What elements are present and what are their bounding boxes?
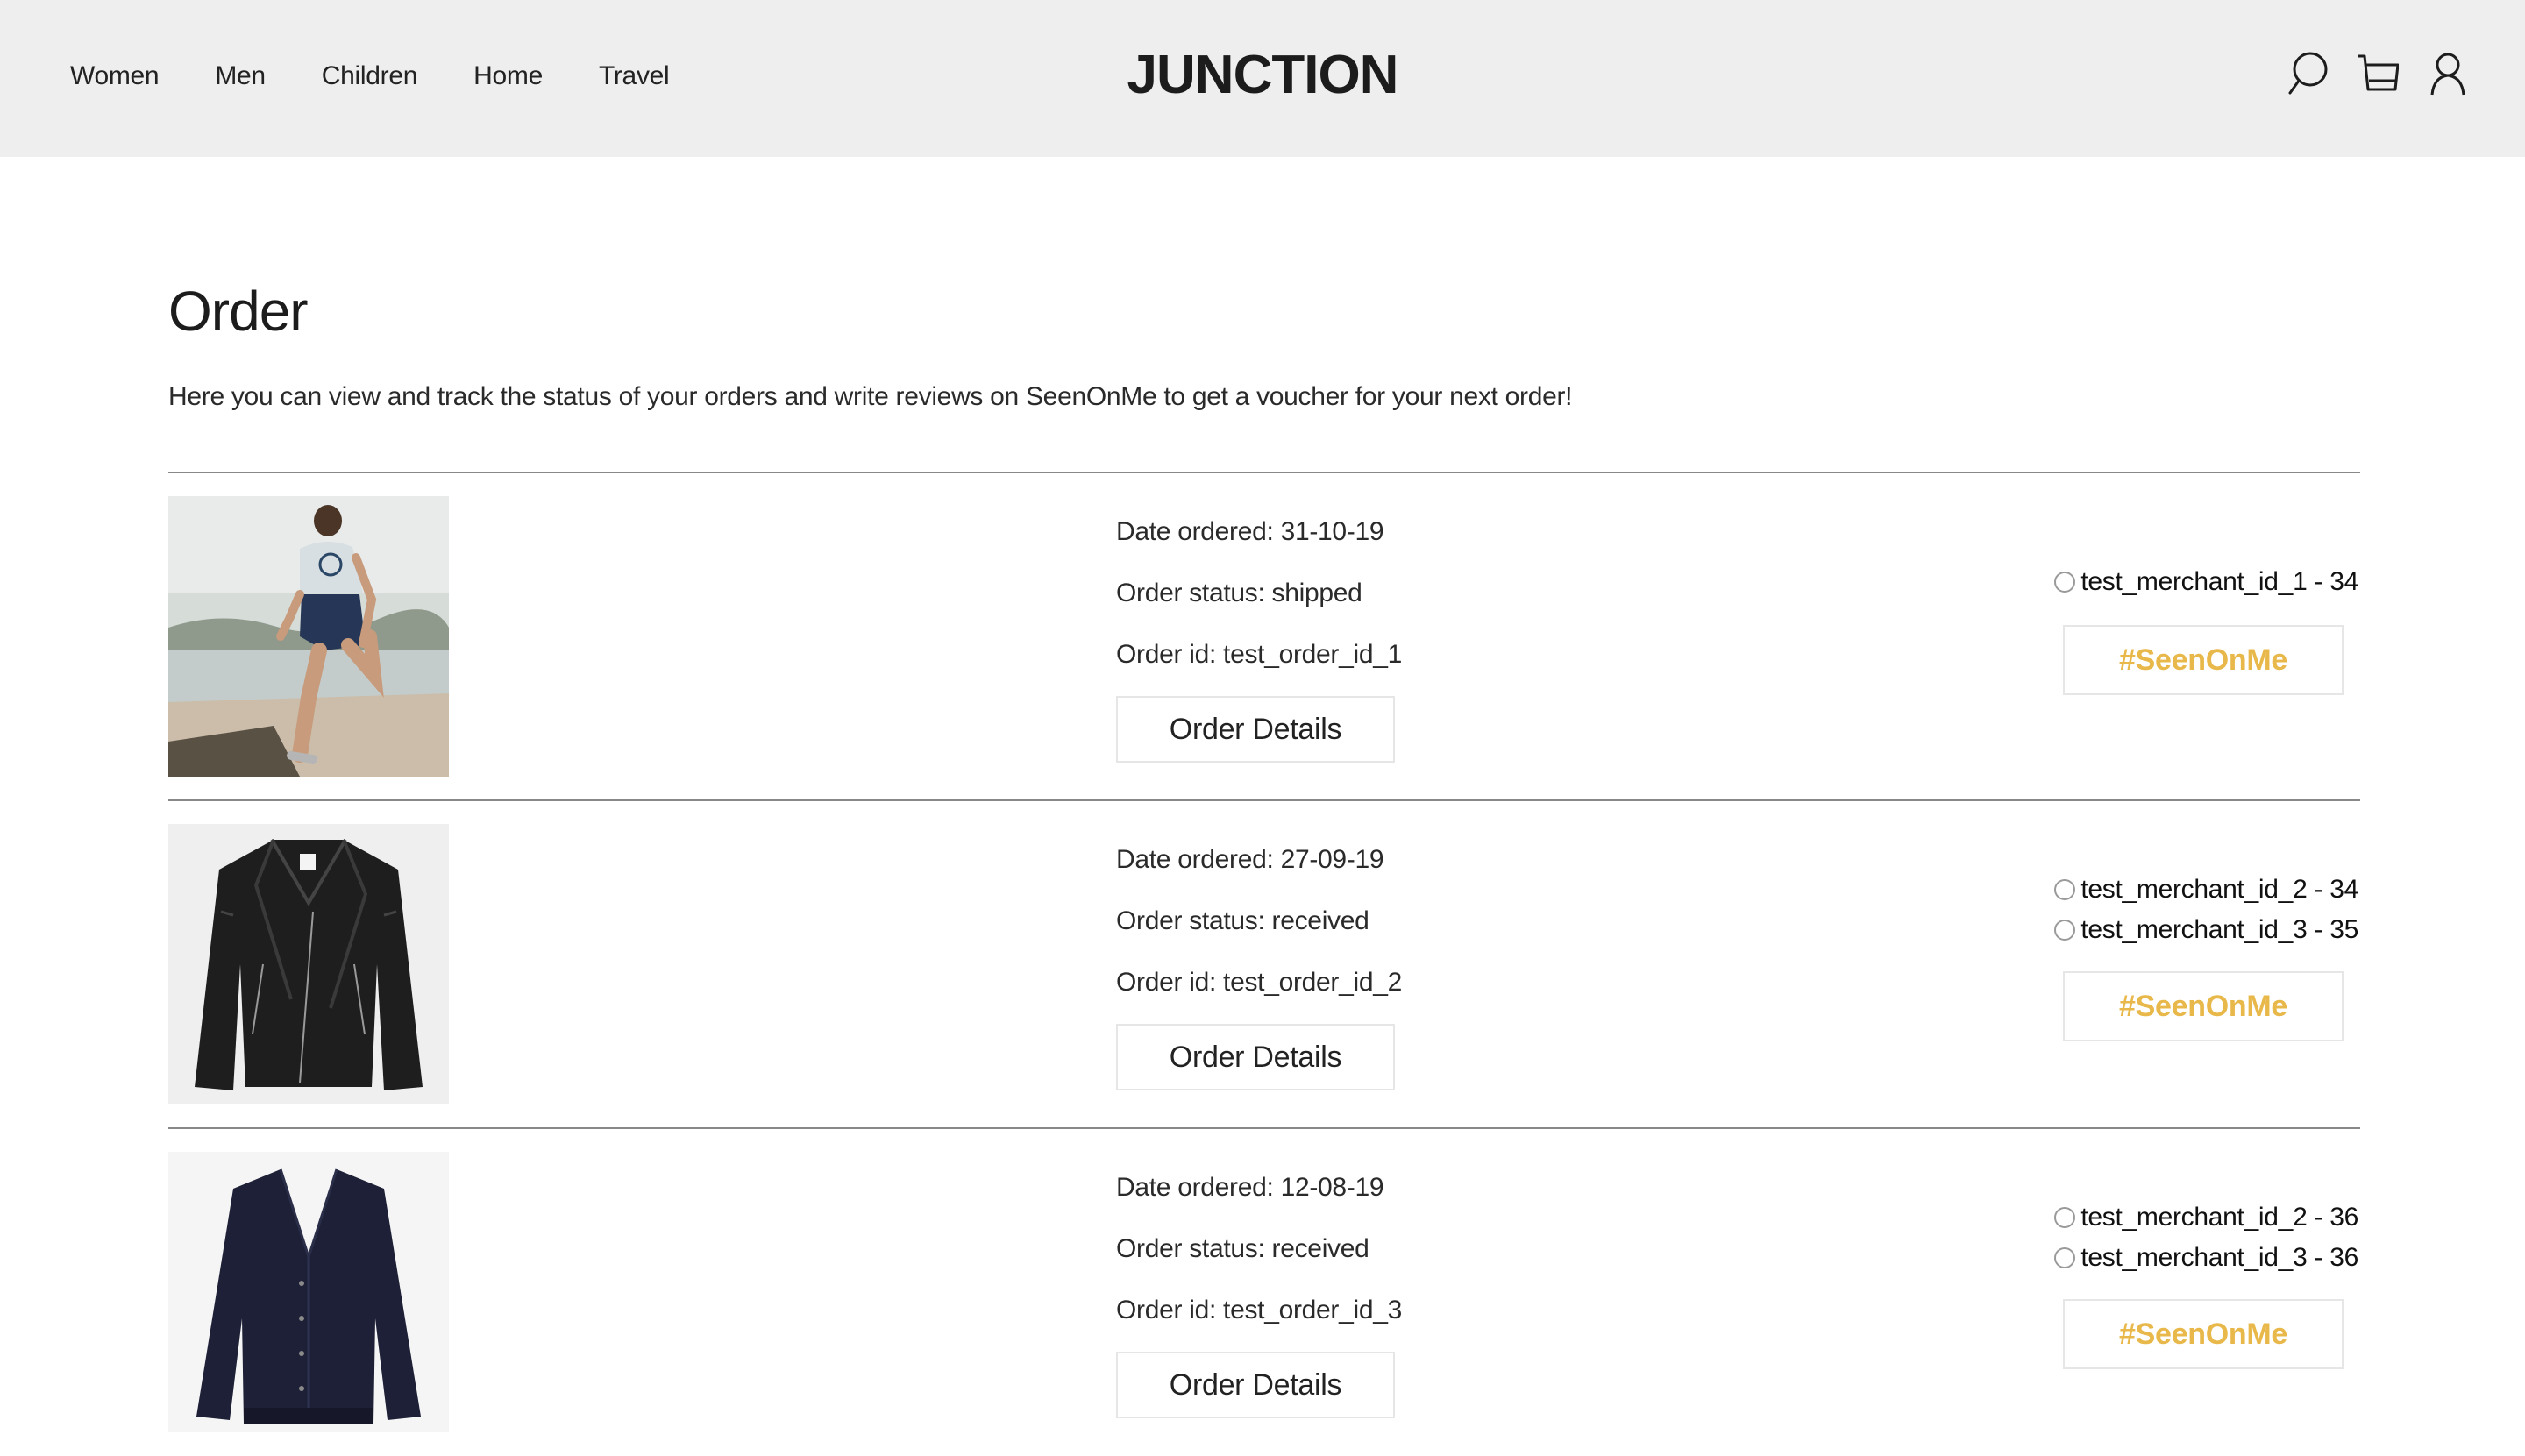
radio-button[interactable]	[2054, 1207, 2076, 1228]
product-image[interactable]	[168, 496, 449, 777]
order-date: Date ordered: 27-09-19	[1116, 845, 1384, 874]
page-intro: Here you can view and track the status o…	[168, 382, 1573, 411]
merchant-option[interactable]: test_merchant_id_2 - 36	[2054, 1203, 2358, 1232]
merchant-option[interactable]: test_merchant_id_2 - 34	[2054, 875, 2358, 905]
order-id: Order id: test_order_id_1	[1116, 640, 1403, 669]
brand-logo[interactable]: JUNCTION	[0, 44, 2525, 106]
order-id: Order id: test_order_id_3	[1116, 1296, 1403, 1325]
radio-button[interactable]	[2054, 572, 2076, 593]
seenonme-button[interactable]: #SeenOnMe	[2063, 971, 2344, 1041]
order-date: Date ordered: 12-08-19	[1116, 1173, 1384, 1202]
order-status: Order status: received	[1116, 906, 1369, 935]
cart-icon[interactable]	[2357, 51, 2399, 96]
merchant-option[interactable]: test_merchant_id_1 - 34	[2054, 567, 2358, 597]
header-icons	[2287, 51, 2469, 96]
order-details-button[interactable]: Order Details	[1116, 1024, 1395, 1090]
merchant-option[interactable]: test_merchant_id_3 - 36	[2054, 1243, 2358, 1273]
search-icon[interactable]	[2287, 51, 2329, 96]
site-header: Women Men Children Home Travel JUNCTION	[0, 0, 2525, 157]
merchant-option[interactable]: test_merchant_id_3 - 35	[2054, 915, 2358, 945]
merchant-label: test_merchant_id_2 - 36	[2080, 1203, 2358, 1232]
order-date: Date ordered: 31-10-19	[1116, 517, 1384, 546]
order-id: Order id: test_order_id_2	[1116, 968, 1403, 997]
order-row: Date ordered: 12-08-19 Order status: rec…	[168, 1127, 2360, 1456]
radio-button[interactable]	[2054, 1247, 2076, 1268]
account-icon[interactable]	[2427, 51, 2469, 96]
order-row: Date ordered: 27-09-19 Order status: rec…	[168, 799, 2360, 1128]
order-status: Order status: shipped	[1116, 579, 1362, 607]
seenonme-button[interactable]: #SeenOnMe	[2063, 1299, 2344, 1369]
merchant-label: test_merchant_id_1 - 34	[2080, 567, 2358, 596]
product-image[interactable]	[168, 1152, 449, 1432]
order-row: Date ordered: 31-10-19 Order status: shi…	[168, 472, 2360, 800]
radio-button[interactable]	[2054, 879, 2076, 900]
merchant-list: test_merchant_id_2 - 34 test_merchant_id…	[2025, 801, 2358, 944]
merchant-label: test_merchant_id_2 - 34	[2080, 875, 2358, 904]
order-status: Order status: received	[1116, 1234, 1369, 1263]
product-image[interactable]	[168, 824, 449, 1104]
page-title: Order	[168, 280, 309, 343]
seenonme-button[interactable]: #SeenOnMe	[2063, 625, 2344, 695]
merchant-label: test_merchant_id_3 - 35	[2080, 915, 2358, 944]
order-details-button[interactable]: Order Details	[1116, 696, 1395, 763]
order-details-button[interactable]: Order Details	[1116, 1352, 1395, 1418]
radio-button[interactable]	[2054, 920, 2076, 941]
merchant-list: test_merchant_id_2 - 36 test_merchant_id…	[2025, 1129, 2358, 1272]
merchant-label: test_merchant_id_3 - 36	[2080, 1243, 2358, 1272]
merchant-list: test_merchant_id_1 - 34	[2025, 473, 2358, 596]
